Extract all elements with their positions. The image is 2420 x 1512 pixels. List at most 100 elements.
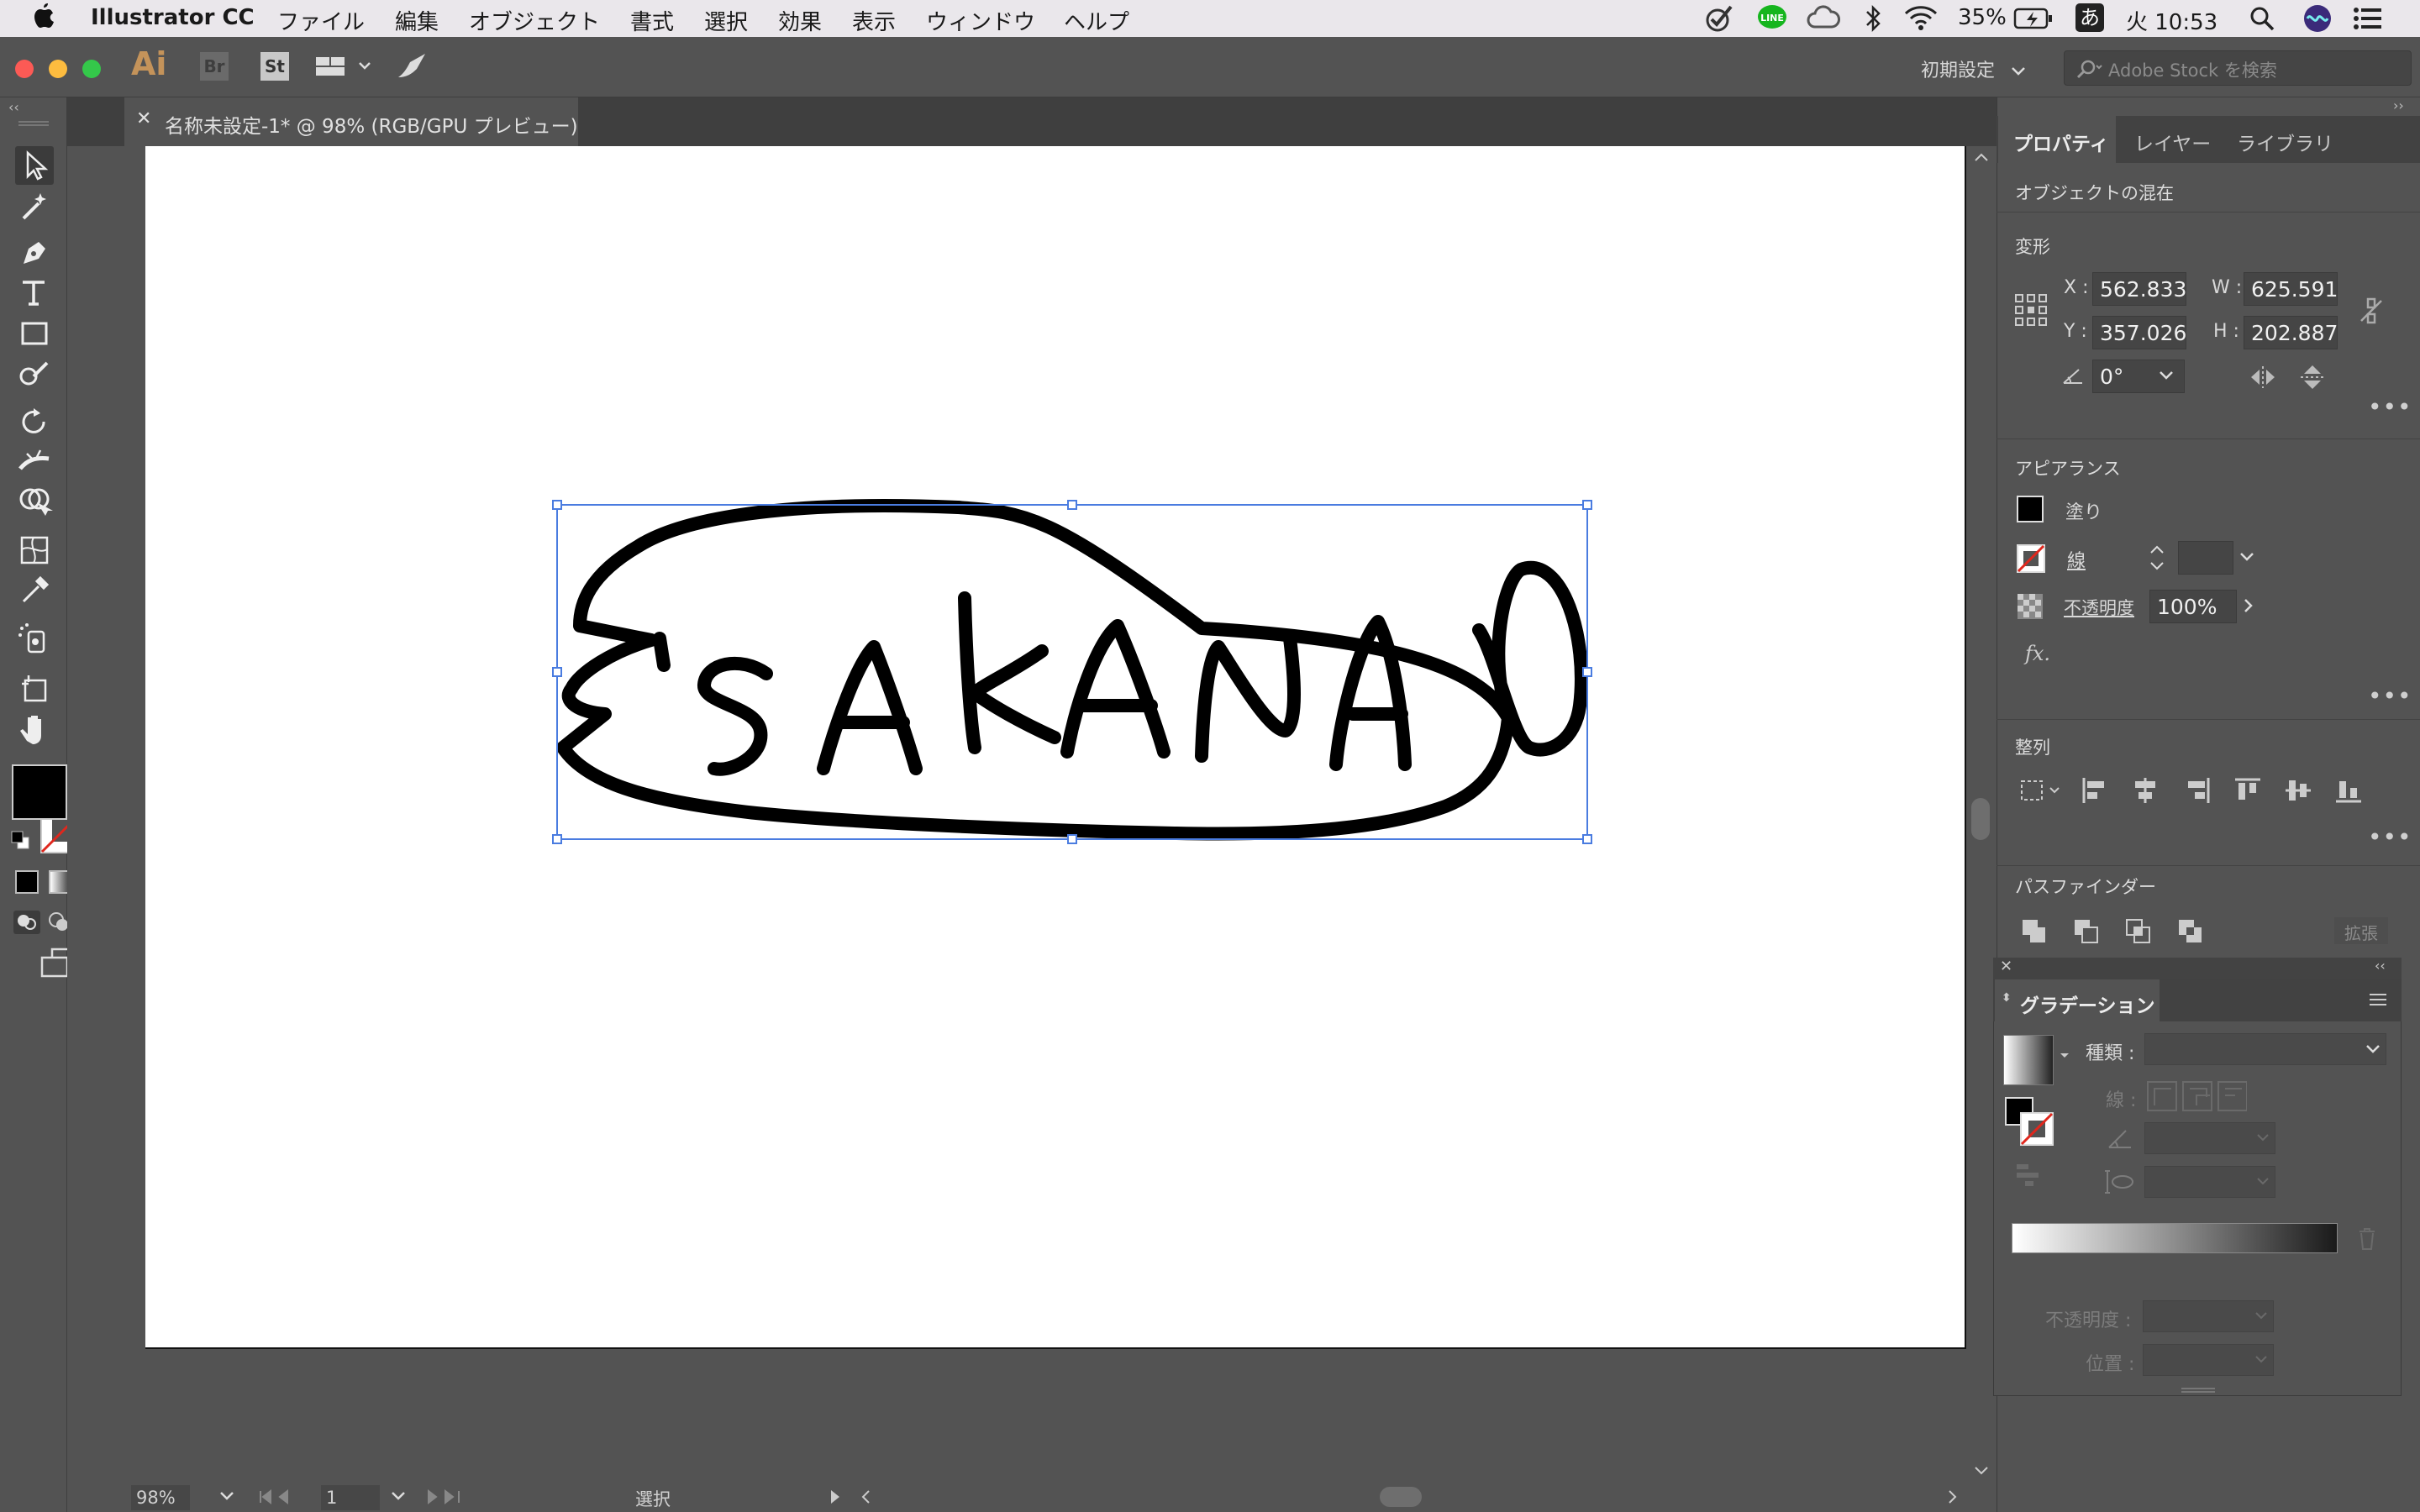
first-prev-artboard-icons[interactable] (257, 1488, 316, 1505)
menu-file[interactable]: ファイル (277, 5, 365, 36)
appearance-stroke-swatch[interactable] (2017, 544, 2045, 573)
width-field[interactable]: 625.591 (2244, 272, 2338, 306)
zoom-dropdown-icon[interactable] (218, 1490, 235, 1502)
tab-layers[interactable]: レイヤー (2134, 128, 2211, 156)
rotate-tool[interactable] (15, 402, 54, 440)
y-position-field[interactable]: 357.026 (2092, 316, 2186, 349)
hand-tool[interactable] (15, 709, 54, 748)
gradient-presets-dropdown-icon[interactable] (2059, 1052, 2070, 1060)
menu-select[interactable]: 選択 (704, 5, 748, 36)
pathfinder-intersect-icon[interactable] (2124, 917, 2153, 946)
notification-center-icon[interactable] (2353, 5, 2383, 32)
bridge-button[interactable]: Br (200, 52, 229, 81)
siri-icon[interactable] (2302, 3, 2333, 34)
mesh-tool[interactable] (15, 531, 54, 570)
checkmark-status-icon[interactable] (1704, 3, 1734, 34)
width-tool[interactable] (15, 442, 54, 480)
shape-builder-tool[interactable] (15, 482, 54, 521)
pathfinder-exclude-icon[interactable] (2176, 917, 2205, 946)
menu-type[interactable]: 書式 (630, 5, 674, 36)
clock[interactable]: 火 10:53 (2126, 5, 2217, 36)
rotation-dropdown-icon[interactable] (2158, 370, 2175, 381)
vertical-scroll-thumb[interactable] (1971, 798, 1990, 840)
align-horizontal-center-icon[interactable] (2131, 776, 2160, 805)
spotlight-search-icon[interactable] (2249, 5, 2275, 32)
scroll-down-icon[interactable] (1973, 1465, 1990, 1477)
vertical-scrollbar[interactable] (1966, 146, 1996, 1482)
stock-search-input[interactable]: Adobe Stock を検索 (2064, 50, 2412, 86)
stroke-weight-dropdown-icon[interactable] (2238, 551, 2255, 563)
transform-more-options-icon[interactable]: ••• (2368, 393, 2412, 421)
constrain-proportions-icon[interactable] (2358, 296, 2385, 326)
menu-edit[interactable]: 編集 (395, 5, 439, 36)
publish-icon[interactable] (395, 50, 430, 82)
artboard-tool[interactable] (15, 669, 54, 707)
apple-icon[interactable] (32, 3, 57, 31)
pen-tool[interactable] (15, 234, 54, 272)
collapse-panel-icon[interactable]: ‹‹ (2375, 958, 2386, 974)
close-panel-icon[interactable]: ✕ (2000, 958, 2012, 975)
type-tool[interactable] (15, 274, 54, 312)
opacity-field[interactable]: 100% (2149, 590, 2237, 623)
fill-label[interactable]: 塗り (2065, 497, 2102, 524)
menu-view[interactable]: 表示 (852, 5, 896, 36)
flip-vertical-icon[interactable] (2299, 363, 2326, 391)
panel-options-toggle-icon[interactable]: ⬍ (2002, 991, 2012, 1005)
symbol-sprayer-tool[interactable] (15, 620, 54, 659)
flip-horizontal-icon[interactable] (2249, 365, 2277, 390)
panel-resize-grip[interactable] (2181, 1388, 2215, 1393)
line-app-icon[interactable]: LINE (1756, 3, 1788, 34)
menu-window[interactable]: ウィンドウ (926, 5, 1035, 36)
zoom-window-button[interactable] (82, 60, 101, 78)
scroll-up-icon[interactable] (1973, 151, 1990, 163)
align-top-icon[interactable] (2233, 776, 2262, 805)
color-mode-button[interactable] (15, 870, 39, 894)
eyedropper-tool[interactable] (15, 571, 54, 610)
gradient-type-select[interactable] (2144, 1033, 2386, 1065)
shaper-tool[interactable] (15, 354, 54, 393)
minimize-window-button[interactable] (49, 60, 67, 78)
wifi-icon[interactable] (1904, 5, 1938, 32)
height-field[interactable]: 202.887 (2244, 316, 2338, 349)
input-method-indicator[interactable]: あ (2075, 3, 2104, 32)
rectangle-tool[interactable] (15, 314, 54, 353)
menu-object[interactable]: オブジェクト (469, 5, 600, 36)
stroke-weight-field[interactable] (2178, 541, 2233, 575)
appearance-more-options-icon[interactable]: ••• (2368, 682, 2412, 710)
selection-tool[interactable] (15, 146, 54, 185)
artboard-dropdown-icon[interactable] (390, 1490, 407, 1502)
scroll-left-icon[interactable] (859, 1488, 872, 1505)
arrange-documents-icon[interactable] (314, 54, 373, 79)
pathfinder-unite-icon[interactable] (2020, 917, 2049, 946)
align-left-icon[interactable] (2081, 776, 2109, 805)
magic-wand-tool[interactable] (15, 186, 54, 225)
menu-help[interactable]: ヘルプ (1064, 5, 1129, 36)
battery-icon[interactable] (2013, 5, 2054, 32)
gradient-panel-header[interactable]: ✕ ‹‹ (1993, 958, 2402, 979)
pathfinder-minus-front-icon[interactable] (2072, 917, 2101, 946)
draw-normal-icon[interactable] (12, 909, 42, 936)
scroll-right-icon[interactable] (1946, 1488, 1960, 1505)
stroke-label[interactable]: 線 (2067, 546, 2086, 573)
artboard-number-field[interactable]: 1 (321, 1485, 380, 1510)
x-position-field[interactable]: 562.833 (2092, 272, 2186, 306)
gradient-stroke-swatch[interactable] (2020, 1112, 2054, 1146)
gradient-slider-bar[interactable] (2012, 1223, 2338, 1253)
menu-effect[interactable]: 効果 (778, 5, 822, 36)
panel-menu-icon[interactable] (2368, 991, 2388, 1008)
stroke-weight-stepper-icon[interactable] (2148, 541, 2166, 575)
close-window-button[interactable] (15, 60, 34, 78)
close-tab-icon[interactable]: ✕ (136, 108, 151, 129)
stock-button[interactable]: St (260, 52, 289, 81)
default-fill-stroke-icon[interactable] (10, 830, 30, 850)
expand-panels-icon[interactable]: ›› (2393, 97, 2404, 113)
reverse-gradient-icon[interactable] (2013, 1159, 2042, 1188)
zoom-level-field[interactable]: 98% (131, 1485, 190, 1510)
appearance-fill-swatch[interactable] (2017, 496, 2044, 522)
opacity-label[interactable]: 不透明度 (2064, 595, 2134, 620)
status-menu-arrow-icon[interactable] (829, 1488, 842, 1505)
creative-cloud-icon[interactable] (1807, 5, 1840, 32)
next-last-artboard-icons[interactable] (424, 1488, 482, 1505)
align-to-selection-icon[interactable] (2018, 776, 2062, 806)
document-tab[interactable]: ✕ 名称未設定-1* @ 98% (RGB/GPU プレビュー) (124, 97, 578, 146)
